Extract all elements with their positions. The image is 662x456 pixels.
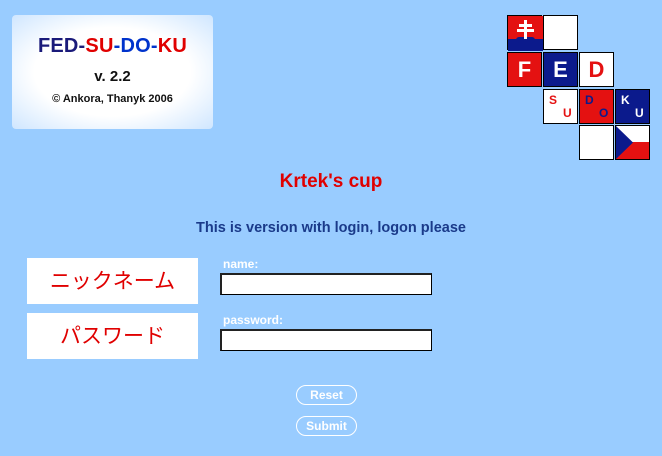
app-title-part-ku: KU	[157, 35, 188, 57]
login-instruction: This is version with login, logon please	[196, 220, 466, 236]
logo-letter-f: F	[507, 52, 542, 87]
slovak-cross-icon	[508, 16, 543, 51]
logo-empty-cell	[543, 15, 578, 50]
logo-letter-o: O	[599, 106, 609, 120]
password-jp-label: パスワード	[27, 313, 198, 359]
nickname-jp-label: ニックネーム	[27, 258, 198, 304]
app-version: v. 2.2	[94, 68, 131, 85]
app-title: FED-SU-DO-KU	[12, 35, 213, 58]
logo-letter-k: K	[621, 93, 630, 107]
submit-button[interactable]: Submit	[296, 416, 357, 436]
logo-su-cell: S U	[543, 89, 578, 124]
logo-czech-flag-cell	[615, 125, 650, 160]
logo-letter-d-small: D	[585, 93, 594, 107]
app-title-part-do: -DO-	[113, 35, 158, 57]
password-input[interactable]	[220, 329, 432, 351]
logo-letter-u-small: U	[635, 106, 644, 120]
logo-empty-cell-bottom	[579, 125, 614, 160]
name-label: name:	[223, 257, 259, 271]
app-title-box: FED-SU-DO-KU v. 2.2 © Ankora, Thanyk 200…	[12, 15, 213, 129]
logo-letter-d: D	[579, 52, 614, 87]
reset-button[interactable]: Reset	[296, 385, 357, 405]
cup-title: Krtek's cup	[279, 171, 383, 192]
logo-slovak-emblem-cell	[507, 15, 543, 51]
logo-letter-s: S	[549, 93, 558, 107]
logo-letter-e: E	[543, 52, 578, 87]
app-title-part-su: SU	[85, 35, 114, 57]
logo-letter-u: U	[563, 106, 572, 120]
czech-flag-icon	[616, 126, 649, 159]
name-input[interactable]	[220, 273, 432, 295]
logo-ku-cell: K U	[615, 89, 650, 124]
fed-sudoku-logo: F E D S U D O K U	[507, 15, 655, 163]
logo-do-cell: D O	[579, 89, 614, 124]
password-label: password:	[223, 313, 284, 327]
app-title-part-fed: FED-	[37, 35, 86, 57]
copyright-text: © Ankora, Thanyk 2006	[52, 93, 173, 105]
